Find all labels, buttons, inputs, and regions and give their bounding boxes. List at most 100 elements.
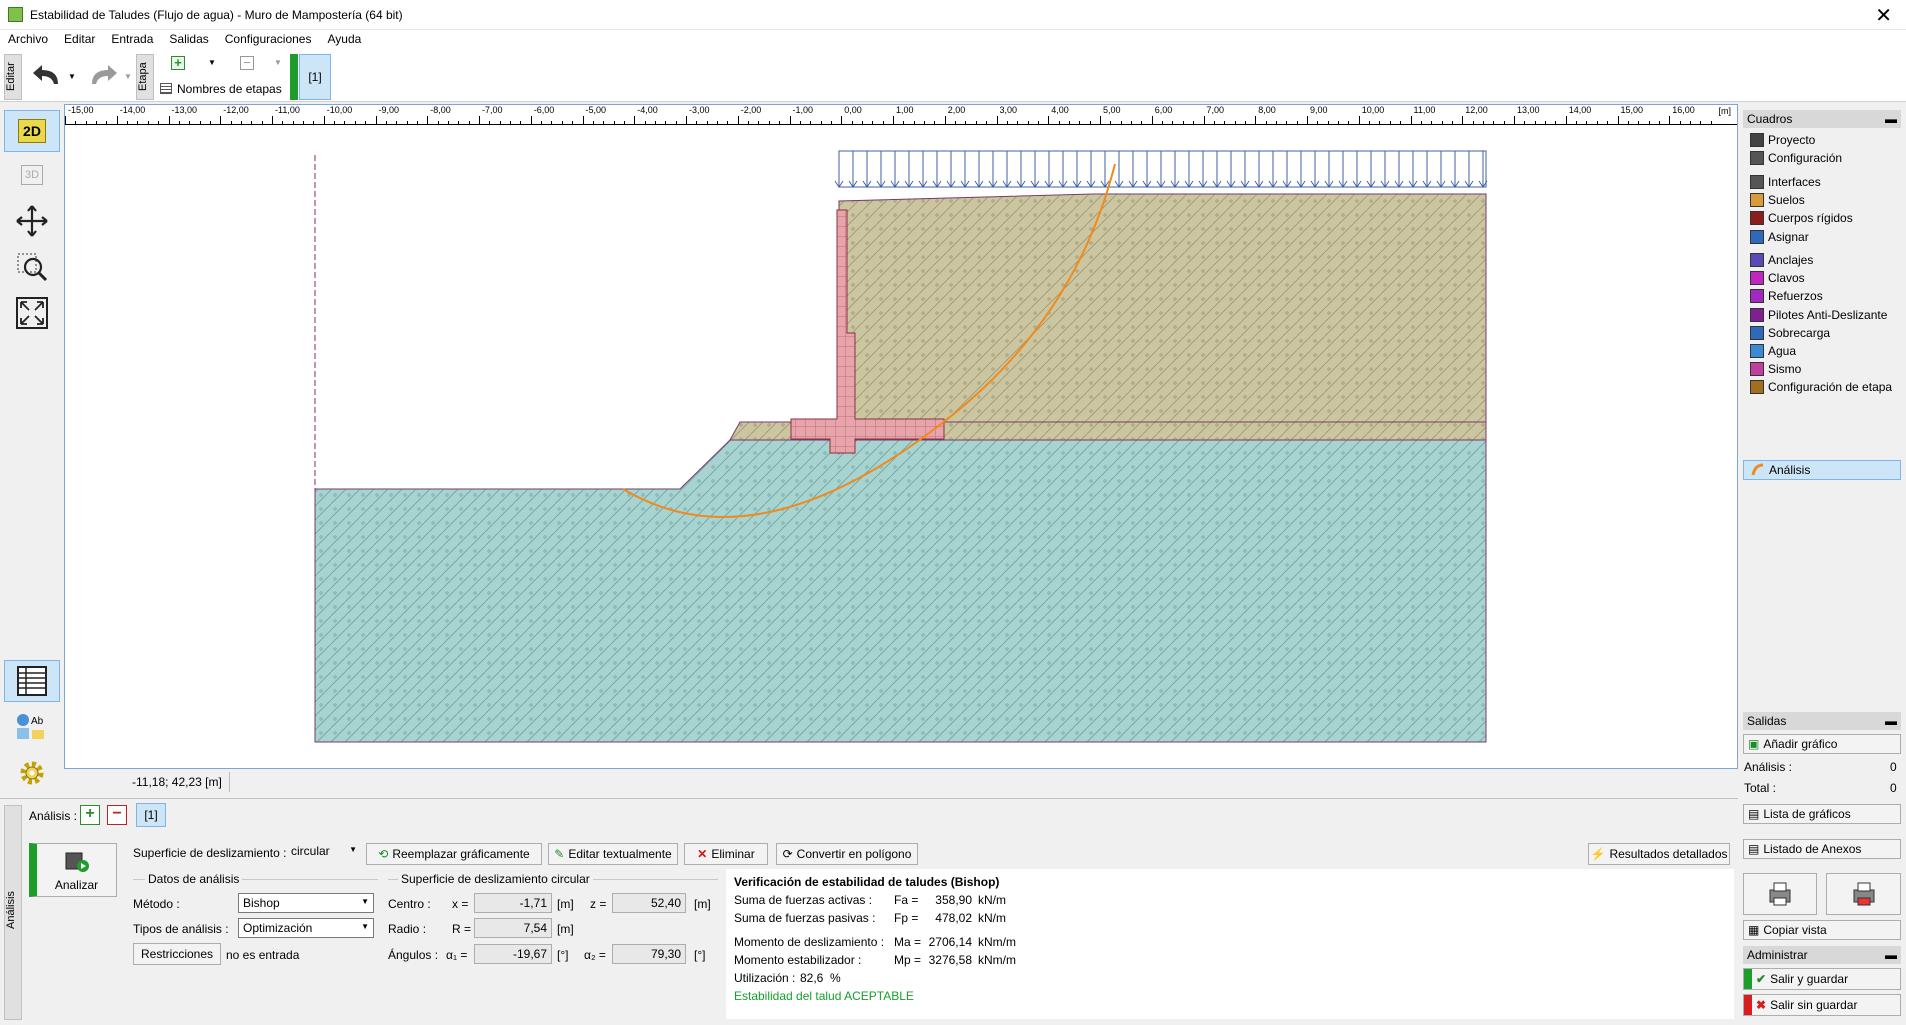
soil-upper[interactable]	[838, 193, 1487, 423]
exit-nosave-button[interactable]: ✖ Salir sin guardar	[1743, 994, 1901, 1016]
replace-graphically-button[interactable]: ⟲ Reemplazar gráficamente	[366, 843, 542, 865]
item-suelos[interactable]: Suelos	[1750, 190, 1805, 210]
item-anclajes[interactable]: Anclajes	[1750, 250, 1813, 270]
remove-analysis-icon[interactable]: −	[107, 805, 127, 825]
remove-stage-icon[interactable]: −	[240, 56, 254, 70]
table-view-button[interactable]	[4, 660, 60, 702]
menu-salidas[interactable]: Salidas	[161, 30, 216, 48]
delete-button[interactable]: ✕ Eliminar	[684, 843, 768, 865]
analyze-label: Analizar	[54, 878, 99, 892]
item-agua[interactable]: Agua	[1750, 341, 1796, 361]
item-analisis[interactable]: Análisis	[1743, 460, 1901, 480]
ruler-tick	[1203, 116, 1205, 125]
add-stage-dropdown-icon[interactable]: ▼	[208, 58, 216, 67]
close-icon[interactable]: ✕	[1875, 3, 1892, 28]
ruler-tick-label: 8,00	[1258, 105, 1276, 115]
detailed-results-button[interactable]: ⚡ Resultados detallados	[1588, 843, 1730, 865]
style-button[interactable]: Ab	[4, 706, 60, 748]
item-refuerzos[interactable]: Refuerzos	[1750, 286, 1823, 306]
menu-editar[interactable]: Editar	[56, 30, 103, 48]
center-label: Centro :	[388, 897, 431, 911]
item-clavos[interactable]: Clavos	[1750, 268, 1805, 288]
settings-button[interactable]	[4, 752, 60, 794]
list-annex-button[interactable]: ▤ Listado de Anexos	[1743, 839, 1901, 859]
x-field[interactable]: -1,71	[474, 893, 552, 913]
model-drawing[interactable]	[65, 126, 1737, 768]
print-pdf-button[interactable]	[1826, 873, 1901, 915]
ruler-tick	[1151, 116, 1153, 125]
copy-view-button[interactable]: ▦ Copiar vista	[1743, 920, 1901, 940]
item-configuración[interactable]: Configuración	[1750, 148, 1842, 168]
z-field[interactable]: 52,40	[612, 893, 686, 913]
method-select[interactable]: Bishop	[238, 893, 374, 913]
edit-textually-button[interactable]: ✎ Editar textualmente	[548, 843, 678, 865]
restrictions-button[interactable]: Restricciones	[133, 943, 221, 965]
res4-unit: kNm/m	[978, 953, 1016, 967]
add-graph-button[interactable]: ▣ Añadir gráfico	[1743, 734, 1901, 754]
item-sobrecarga[interactable]: Sobrecarga	[1750, 323, 1830, 343]
slip-surface-select[interactable]: circular	[287, 842, 361, 862]
res4-sym: Mp =	[894, 953, 922, 967]
title-bar: Estabilidad de Taludes (Flujo de agua) -…	[0, 0, 1906, 30]
item-configuración-de-etapa[interactable]: Configuración de etapa	[1750, 377, 1892, 397]
tab-editar[interactable]: Editar	[4, 54, 22, 100]
stage-names-label[interactable]: Nombres de etapas	[177, 82, 282, 96]
undo-icon[interactable]	[30, 62, 64, 90]
item-pilotes-anti-deslizante[interactable]: Pilotes Anti-Deslizante	[1750, 305, 1887, 325]
util-label: Utilización :	[734, 971, 796, 985]
r-field[interactable]: 7,54	[474, 918, 552, 938]
ruler-minor-tick	[748, 121, 750, 125]
surcharge-arrow	[988, 151, 998, 188]
item-interfaces[interactable]: Interfaces	[1750, 172, 1821, 192]
surcharge-arrow	[890, 151, 900, 188]
menu-ayuda[interactable]: Ayuda	[319, 30, 369, 48]
add-analysis-icon[interactable]: +	[80, 805, 100, 825]
ruler-tick	[479, 116, 480, 125]
ruler-minor-tick	[1296, 121, 1298, 125]
redo-icon[interactable]	[86, 62, 120, 90]
view-2d-button[interactable]: 2D	[4, 110, 60, 152]
ruler-minor-tick	[727, 121, 729, 125]
redo-dropdown-icon[interactable]: ▼	[124, 72, 132, 81]
add-stage-icon[interactable]: +	[171, 56, 185, 70]
fit-view-icon[interactable]	[4, 292, 60, 334]
tab-etapa[interactable]: Etapa	[136, 54, 154, 100]
a2-field[interactable]: 79,30	[612, 944, 686, 964]
item-proyecto[interactable]: Proyecto	[1750, 130, 1815, 150]
list-graphs-button[interactable]: ▤ Lista de gráficos	[1743, 804, 1901, 824]
item-sismo[interactable]: Sismo	[1750, 359, 1801, 379]
a1-field[interactable]: -19,67	[474, 944, 552, 964]
item-icon	[1750, 229, 1764, 244]
menu-entrada[interactable]: Entrada	[103, 30, 161, 48]
left-toolbar: 2D 3D Ab	[0, 104, 64, 794]
print-button[interactable]	[1743, 873, 1817, 915]
view-3d-button[interactable]: 3D	[4, 154, 60, 196]
tab-analisis-side[interactable]: Análisis	[4, 805, 22, 1020]
zoom-icon[interactable]	[4, 246, 60, 288]
soil-lower[interactable]	[314, 439, 1487, 743]
convert-polygon-button[interactable]: ⟳ Convertir en polígono	[776, 843, 918, 865]
ruler-tick-label: -5,00	[585, 105, 607, 115]
item-label: Asignar	[1768, 229, 1809, 244]
item-asignar[interactable]: Asignar	[1750, 227, 1809, 247]
undo-dropdown-icon[interactable]: ▼	[68, 72, 76, 81]
analyze-button[interactable]: Analizar	[29, 843, 117, 897]
save-exit-button[interactable]: ✔ Salir y guardar	[1743, 968, 1901, 990]
analysis-stage-button[interactable]: [1]	[136, 803, 166, 827]
ruler-tick-label: 10,00	[1361, 105, 1385, 115]
util-val: 82,6	[800, 971, 824, 985]
remove-stage-dropdown-icon[interactable]: ▼	[274, 58, 282, 67]
stage-1-button[interactable]: [1]	[299, 54, 331, 100]
move-icon[interactable]	[4, 200, 60, 242]
item-cuerpos-rígidos[interactable]: Cuerpos rígidos	[1750, 208, 1853, 228]
types-select[interactable]: Optimización	[238, 918, 374, 938]
ruler-minor-tick	[458, 121, 460, 125]
surcharge-load[interactable]	[834, 150, 1488, 188]
ruler-minor-tick	[799, 121, 801, 125]
item-label: Configuración	[1768, 151, 1843, 166]
ruler-minor-tick	[1265, 121, 1267, 125]
menu-archivo[interactable]: Archivo	[0, 30, 56, 48]
ruler-minor-tick	[768, 121, 770, 125]
menu-configuraciones[interactable]: Configuraciones	[217, 30, 320, 48]
ruler-minor-tick	[1648, 121, 1650, 125]
